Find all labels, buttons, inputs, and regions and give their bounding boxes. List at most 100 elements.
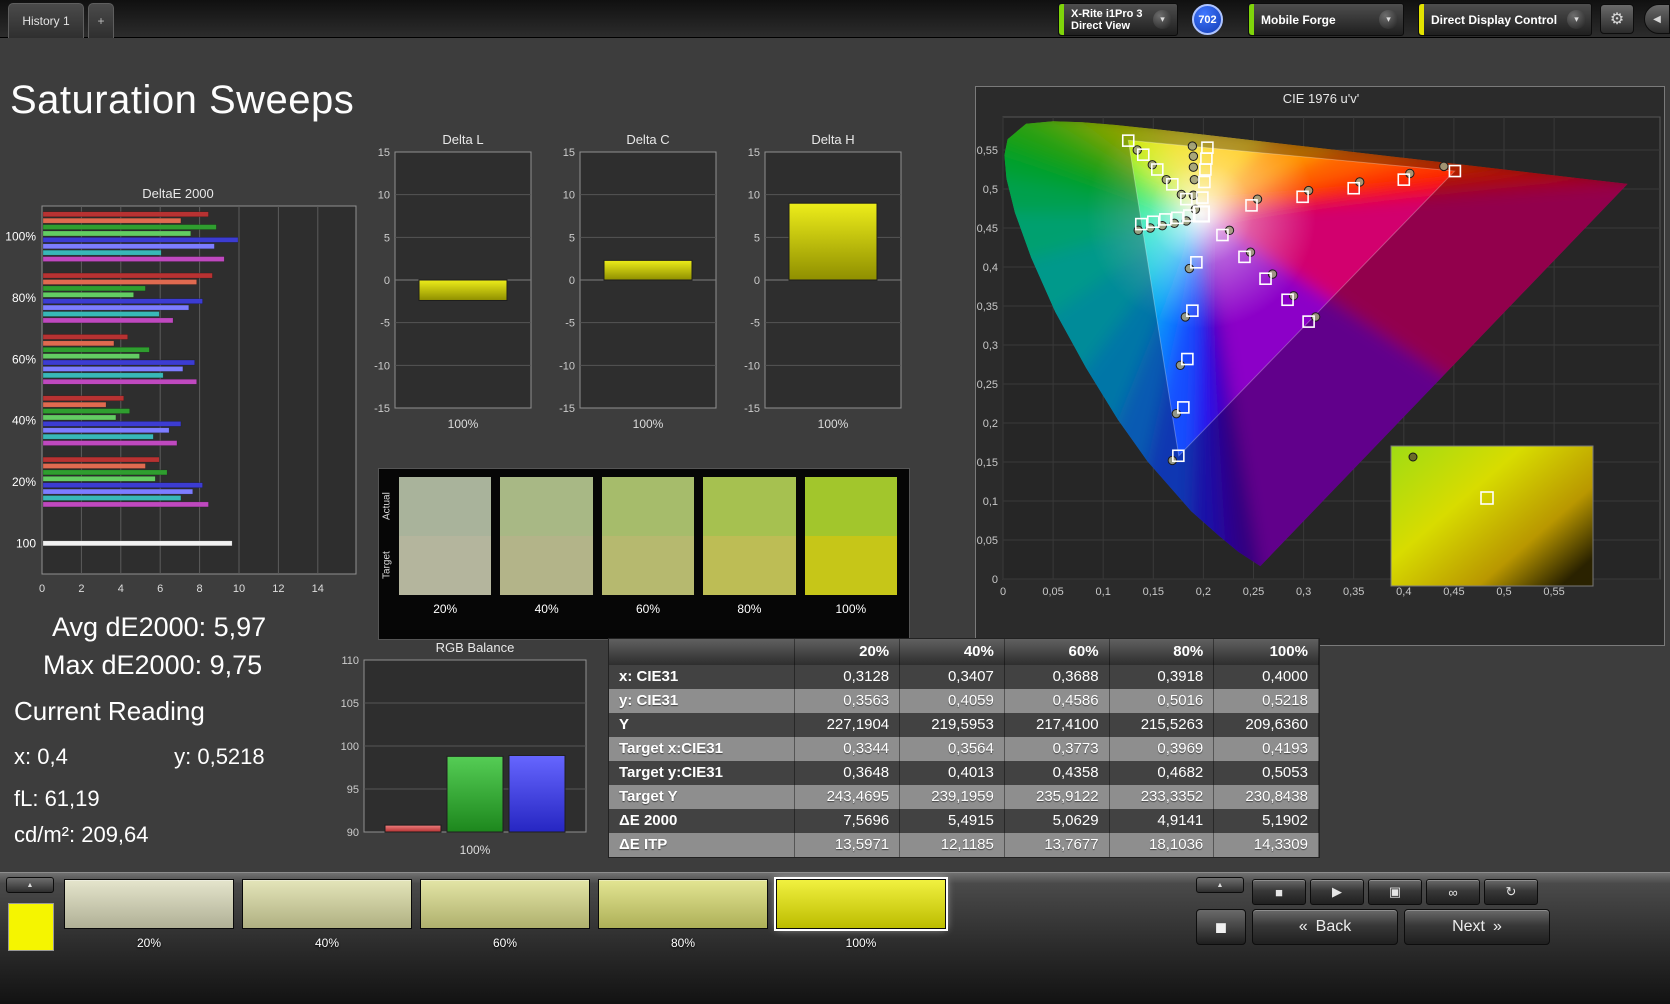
table-cell: 0,3344 (795, 737, 901, 761)
swatch-column-label: 60% (636, 602, 661, 616)
table-cell: 233,3352 (1110, 785, 1215, 809)
cie-measurement-dot (1188, 162, 1199, 172)
stop-measuring-button[interactable]: ◼ (1196, 909, 1246, 945)
deltae-bar (42, 372, 164, 379)
next-button[interactable]: Next » (1404, 909, 1550, 945)
delta_l-bar (418, 279, 508, 301)
table-cell: 219,5953 (900, 713, 1005, 737)
current-patch-swatch (8, 903, 54, 951)
svg-text:0,15: 0,15 (1143, 586, 1164, 598)
actual-swatch (601, 477, 695, 536)
chevrons-right-icon: » (1493, 918, 1502, 935)
infinity-icon: ∞ (1448, 884, 1458, 900)
stop-button[interactable]: ■ (1252, 879, 1306, 905)
delta_h-bar (788, 202, 878, 281)
add-tab-button[interactable]: + (88, 3, 114, 38)
back-button[interactable]: « Back (1252, 909, 1398, 945)
svg-text:CIE 1976 u'v': CIE 1976 u'v' (1283, 91, 1360, 106)
saturation-swatch-column: 80% (703, 477, 796, 639)
deltae-bar (42, 476, 156, 482)
table-cell: 4,9141 (1110, 809, 1215, 833)
actual-swatch (500, 477, 593, 536)
collapse-panel-button[interactable]: ◀ (1644, 4, 1670, 34)
svg-text:0,3: 0,3 (1296, 586, 1311, 598)
patch-button-60%[interactable]: 60% (420, 879, 590, 950)
table-cell: 227,1904 (795, 713, 901, 737)
deltae-bar (42, 501, 209, 508)
source-selector[interactable]: Mobile Forge ▾ (1248, 3, 1404, 36)
table-cell: 0,3128 (795, 665, 901, 689)
table-cell: 5,1902 (1214, 809, 1319, 833)
deltae-bar (42, 401, 107, 408)
table-cell: 0,3688 (1005, 665, 1110, 689)
play-button[interactable]: ▶ (1310, 879, 1364, 905)
deltae-bar (42, 395, 125, 402)
svg-text:0,3: 0,3 (983, 340, 998, 352)
deltae-bar (42, 217, 182, 224)
svg-text:5: 5 (569, 232, 575, 244)
svg-text:0,4: 0,4 (983, 262, 998, 274)
table-row: Target y:CIE31 0,3648 0,4013 0,4358 0,4682 0,… (609, 761, 1319, 785)
meter-selector[interactable]: X-Rite i1Pro 3 Direct View ▾ (1058, 3, 1178, 36)
svg-text:-10: -10 (559, 360, 575, 372)
meter-label: X-Rite i1Pro 3 Direct View (1071, 7, 1143, 32)
deltae-bar (42, 440, 178, 446)
svg-text:Delta L: Delta L (442, 132, 483, 147)
chevrons-left-icon: « (1298, 918, 1308, 935)
patch-list-up-button[interactable]: ▲ (6, 877, 54, 893)
svg-text:0,5: 0,5 (1496, 586, 1511, 598)
display-control-selector[interactable]: Direct Display Control ▾ (1418, 3, 1592, 36)
svg-text:Delta H: Delta H (811, 132, 854, 147)
up-arrow-icon: ▲ (26, 881, 34, 889)
svg-text:100: 100 (341, 741, 359, 753)
delta-h-chart: Delta H 15 10 5 0 -5 -10 -15 100% (744, 132, 902, 431)
patch-label: 60% (492, 936, 518, 950)
single-measure-button[interactable]: ↻ (1484, 879, 1538, 905)
table-cell: 0,3773 (1005, 737, 1110, 761)
bottom-bar: ▲ 20% 40% 60% 80% 100% ▲ ■ ▶ ▣ ∞ ↻ ◼ « Back (0, 872, 1670, 1004)
patch-button-80%[interactable]: 80% (598, 879, 768, 950)
play-icon: ▶ (1332, 884, 1342, 899)
tab-history-1[interactable]: History 1 (8, 3, 84, 38)
inset-measurement-dot (1408, 452, 1418, 462)
patch-swatch (242, 879, 412, 929)
patch-button-100%[interactable]: 100% (774, 877, 948, 950)
delta-l-chart: Delta L 15 10 5 0 -5 -10 -15 100% (374, 132, 532, 431)
cie-measurement-dot (1439, 161, 1449, 172)
save-button[interactable]: ▣ (1368, 879, 1422, 905)
deltae-bar (42, 540, 233, 547)
table-row-label: x: CIE31 (609, 665, 796, 689)
svg-text:100%: 100% (448, 417, 479, 431)
continuous-measure-button[interactable]: ∞ (1426, 879, 1480, 905)
current-y-readout: y: 0,5218 (174, 744, 265, 769)
svg-text:-15: -15 (374, 403, 390, 415)
table-row-label: Y (609, 713, 796, 737)
rgb-balance-chart: RGB Balance 110 105 100 95 90 100% (341, 640, 587, 857)
max-de2000-readout: Max dE2000: 9,75 (43, 650, 263, 680)
cie-measurement-dot (1188, 151, 1199, 161)
options-up-button[interactable]: ▲ (1196, 877, 1244, 893)
deltae-bar (42, 279, 197, 285)
table-cell: 239,1959 (900, 785, 1005, 809)
source-label: Mobile Forge (1261, 12, 1336, 27)
deltae-bar (42, 495, 182, 501)
deltae-bar (42, 340, 115, 347)
settings-button[interactable]: ⚙ (1600, 4, 1634, 34)
deltae-bar (42, 230, 191, 237)
svg-text:0,55: 0,55 (1543, 586, 1564, 598)
deltae-bar (42, 427, 170, 434)
svg-text:100%: 100% (5, 230, 36, 244)
patch-button-20%[interactable]: 20% (64, 879, 234, 950)
table-cell: 235,9122 (1005, 785, 1110, 809)
next-button-label: Next (1452, 918, 1485, 935)
deltae-bar (42, 359, 195, 366)
patch-swatch (64, 879, 234, 929)
patch-button-40%[interactable]: 40% (242, 879, 412, 950)
svg-text:0: 0 (754, 275, 760, 287)
svg-text:0,25: 0,25 (977, 379, 998, 391)
cie-measurement-dot (1224, 225, 1235, 236)
svg-text:0,1: 0,1 (983, 496, 998, 508)
target-row-label: Target (381, 551, 393, 580)
table-cell: 18,1036 (1110, 833, 1215, 857)
svg-text:14: 14 (312, 583, 324, 595)
